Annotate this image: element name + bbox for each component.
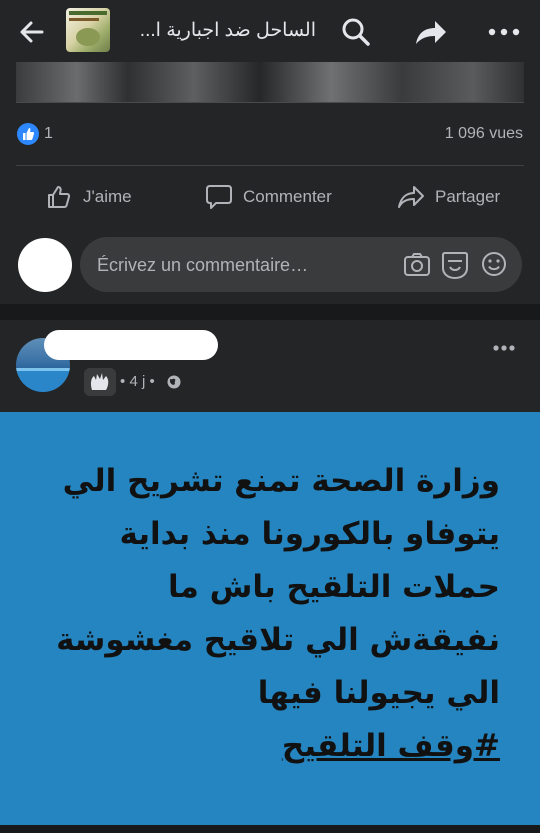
reactions-divider (16, 165, 524, 166)
globe-icon (166, 374, 182, 390)
like-label: J'aime (83, 187, 132, 206)
user-avatar[interactable] (18, 238, 72, 292)
share-arrow-icon (396, 182, 426, 212)
comment-button[interactable]: Commenter (204, 176, 332, 218)
thumbs-up-icon (44, 182, 74, 212)
gif-sticker-icon[interactable] (440, 249, 470, 281)
anonymous-member-icon (84, 368, 116, 396)
post-time: 4 j (129, 373, 146, 390)
post-text-line: يتوفاو بالكورونا منذ بداية (119, 516, 500, 552)
author-name-redacted[interactable] (44, 330, 218, 360)
post-more-dots-icon[interactable] (484, 336, 524, 360)
more-dots-icon[interactable] (484, 14, 524, 50)
search-icon[interactable] (338, 14, 374, 50)
post-image-text: وزارة الصحة تمنع تشريح الي يتوفاو بالكور… (20, 455, 500, 773)
post-text-line: وزارة الصحة تمنع تشريح الي (62, 463, 500, 499)
feed-separator (0, 304, 540, 320)
share-label: Partager (435, 187, 501, 206)
media-divider (16, 102, 524, 103)
like-button[interactable]: J'aime (44, 176, 132, 218)
group-thumbnail[interactable] (66, 8, 110, 52)
post-text-line: حملات التلقيح باش ما (168, 569, 500, 605)
post-text-line: الي يجيولنا فيها (257, 675, 500, 711)
comment-bubble-icon (204, 182, 234, 212)
group-title[interactable]: الساحل ضد اجبارية ا... (118, 18, 316, 44)
comment-label: Commenter (243, 187, 332, 206)
emoji-icon[interactable] (479, 249, 509, 279)
back-arrow-icon[interactable] (14, 14, 50, 50)
time-separator: • (120, 373, 126, 390)
view-count: 1 096 vues (444, 125, 523, 142)
hashtag-line: #وقف التلقيح (20, 720, 500, 773)
like-count[interactable]: 1 (44, 124, 53, 144)
post-text-line: نفيقةش الي تلاقيح مغشوشة (56, 622, 500, 658)
hashtag: #وقف التلقيح (281, 728, 500, 764)
share-button[interactable]: Partager (396, 176, 500, 218)
camera-icon[interactable] (402, 250, 432, 280)
post-timestamp[interactable]: • 4 j • (120, 373, 155, 391)
previous-post-media[interactable] (16, 62, 524, 102)
share-arrow-icon[interactable] (410, 14, 450, 50)
bottom-separator (0, 825, 540, 833)
like-reaction-icon[interactable] (17, 123, 39, 145)
time-separator: • (149, 373, 155, 390)
comment-placeholder: Écrivez un commentaire… (97, 255, 309, 275)
